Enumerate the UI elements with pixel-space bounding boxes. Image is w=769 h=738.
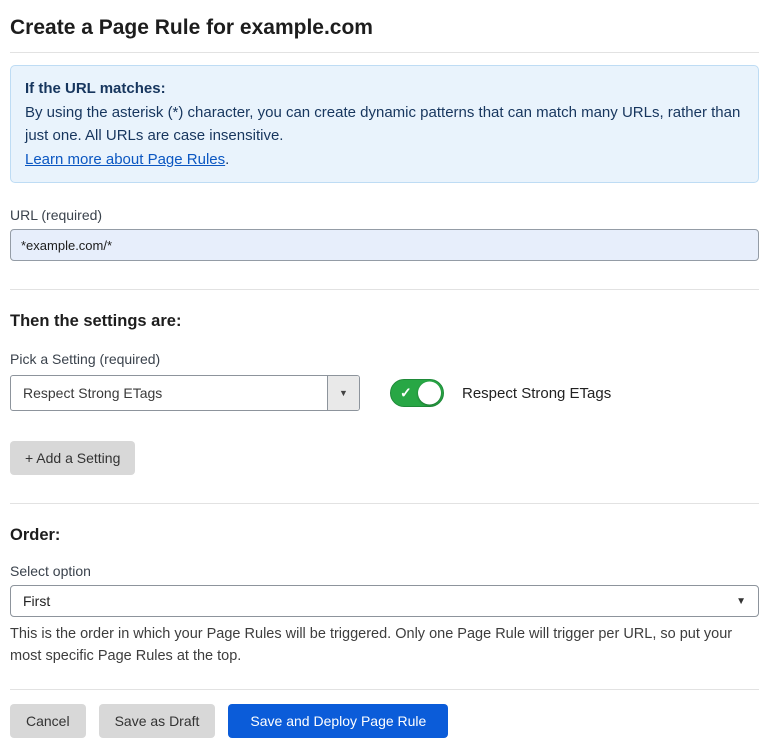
toggle-knob bbox=[418, 382, 441, 405]
etags-toggle[interactable]: ✓ bbox=[390, 379, 444, 407]
chevron-down-icon: ▼ bbox=[339, 388, 348, 398]
info-box-heading: If the URL matches: bbox=[25, 77, 744, 101]
settings-section-heading: Then the settings are: bbox=[10, 312, 759, 331]
url-field-label: URL (required) bbox=[10, 207, 759, 223]
info-box-link-line: Learn more about Page Rules. bbox=[25, 148, 744, 172]
cancel-button[interactable]: Cancel bbox=[10, 704, 86, 738]
chevron-down-icon: ▼ bbox=[736, 596, 746, 607]
divider bbox=[10, 289, 759, 290]
divider bbox=[10, 689, 759, 690]
order-help-text: This is the order in which your Page Rul… bbox=[10, 623, 759, 667]
order-select-value: First bbox=[23, 593, 50, 609]
divider bbox=[10, 52, 759, 53]
url-match-info-box: If the URL matches: By using the asteris… bbox=[10, 65, 759, 183]
setting-row: Respect Strong ETags ▼ ✓ Respect Strong … bbox=[10, 375, 759, 411]
page-rule-form: Create a Page Rule for example.com If th… bbox=[0, 0, 769, 738]
url-input[interactable] bbox=[10, 229, 759, 261]
learn-more-link[interactable]: Learn more about Page Rules bbox=[25, 151, 225, 168]
add-setting-button[interactable]: + Add a Setting bbox=[10, 441, 135, 475]
setting-dropdown[interactable]: Respect Strong ETags ▼ bbox=[10, 375, 360, 411]
page-title: Create a Page Rule for example.com bbox=[10, 10, 759, 52]
link-suffix: . bbox=[225, 151, 229, 168]
save-deploy-button[interactable]: Save and Deploy Page Rule bbox=[228, 704, 448, 738]
pick-setting-label: Pick a Setting (required) bbox=[10, 351, 759, 367]
divider bbox=[10, 503, 759, 504]
order-section-heading: Order: bbox=[10, 526, 759, 545]
footer-actions: Cancel Save as Draft Save and Deploy Pag… bbox=[10, 704, 759, 738]
etags-toggle-label: Respect Strong ETags bbox=[462, 385, 611, 402]
save-draft-button[interactable]: Save as Draft bbox=[99, 704, 216, 738]
setting-dropdown-value: Respect Strong ETags bbox=[11, 376, 327, 410]
order-select[interactable]: First ▼ bbox=[10, 585, 759, 617]
setting-dropdown-arrow-button[interactable]: ▼ bbox=[327, 376, 359, 410]
check-icon: ✓ bbox=[400, 385, 412, 402]
info-box-body: By using the asterisk (*) character, you… bbox=[25, 101, 744, 148]
order-select-label: Select option bbox=[10, 563, 759, 579]
